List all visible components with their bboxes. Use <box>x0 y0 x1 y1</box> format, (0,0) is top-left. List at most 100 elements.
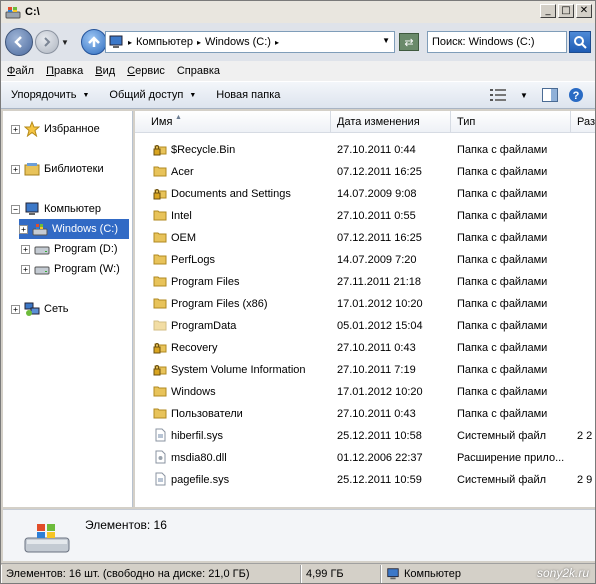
file-name: pagefile.sys <box>171 474 230 486</box>
file-name-cell: pagefile.sys <box>135 472 331 489</box>
computer-icon <box>387 567 399 579</box>
file-type: Папка с файлами <box>457 342 548 354</box>
menu-accelerator: С <box>127 65 136 77</box>
nav-item-drive-d[interactable]: + Program (D:) <box>21 239 118 259</box>
file-name: Acer <box>171 166 194 178</box>
file-row[interactable]: Intel 27.10.2011 0:55 Папка с файлами <box>135 205 595 227</box>
column-type[interactable]: Тип <box>451 111 571 133</box>
nav-item-drive-c[interactable]: + Windows (C:) <box>19 219 129 239</box>
share-button[interactable]: Общий доступ ▼ <box>99 89 206 101</box>
hard-drive-icon <box>34 246 50 255</box>
menu-help[interactable]: Справка <box>171 65 226 77</box>
nav-item-computer[interactable]: − Компьютер <box>11 199 101 219</box>
file-row[interactable]: $Recycle.Bin 27.10.2011 0:44 Папка с файла… <box>135 139 595 161</box>
search-input[interactable]: Поиск: Windows (C:) <box>427 31 567 53</box>
up-button[interactable] <box>81 29 107 55</box>
file-row[interactable]: System Volume Information 27.10.2011 7:19… <box>135 359 595 381</box>
file-date: 14.07.2009 7:20 <box>337 254 417 266</box>
menu-file[interactable]: Файл <box>1 65 40 77</box>
menu-view[interactable]: Вид <box>89 65 121 77</box>
file-name: Intel <box>171 210 192 222</box>
status-location-label: Компьютер <box>404 567 461 580</box>
column-date[interactable]: Дата изменения <box>331 111 451 133</box>
file-row[interactable]: PerfLogs 14.07.2009 7:20 Папка с файлами <box>135 249 595 271</box>
file-row[interactable]: Windows 17.01.2012 10:20 Папка с файлами <box>135 381 595 403</box>
back-button[interactable] <box>5 28 33 56</box>
column-size[interactable]: Раз <box>571 111 595 133</box>
help-button[interactable]: ? <box>567 87 585 103</box>
breadcrumb-computer[interactable]: Компьютер <box>136 36 193 48</box>
locked-folder-icon <box>153 142 171 159</box>
file-date: 27.10.2011 0:43 <box>337 342 416 354</box>
nav-item-network[interactable]: + Сеть <box>11 299 68 319</box>
file-name: msdia80.dll <box>171 452 227 464</box>
breadcrumb-drive[interactable]: Windows (C:) <box>205 36 271 48</box>
file-row[interactable]: OEM 07.12.2011 16:25 Папка с файлами <box>135 227 595 249</box>
column-name[interactable]: ▲ Имя <box>135 111 331 133</box>
address-dropdown-icon[interactable]: ▼ <box>382 36 390 45</box>
file-row[interactable]: pagefile.sys 25.12.2011 10:59 Системный фа… <box>135 469 595 491</box>
expand-icon[interactable]: + <box>11 124 20 134</box>
expand-icon[interactable]: + <box>21 264 30 274</box>
preview-pane-button[interactable] <box>541 87 559 103</box>
view-options-button[interactable] <box>489 87 507 103</box>
file-type: Папка с файлами <box>457 386 548 398</box>
arrow-right-icon <box>44 37 51 47</box>
expand-icon[interactable]: + <box>11 164 20 174</box>
forward-button[interactable] <box>35 30 59 54</box>
title-bar[interactable]: C:\ _ □ ✕ <box>1 1 595 23</box>
menu-edit[interactable]: Правка <box>40 65 89 77</box>
file-row[interactable]: Acer 07.12.2011 16:25 Папка с файлами <box>135 161 595 183</box>
file-name: Documents and Settings <box>171 188 291 200</box>
file-type: Папка с файлами <box>457 166 548 178</box>
star-icon <box>24 121 40 137</box>
file-row[interactable]: ProgramData 05.01.2012 15:04 Папка с файла… <box>135 315 595 337</box>
hard-drive-icon <box>34 266 50 275</box>
computer-icon <box>25 202 39 215</box>
menu-tools[interactable]: Сервис <box>121 65 171 77</box>
history-dropdown-icon[interactable]: ▼ <box>61 38 71 47</box>
file-row[interactable]: Program Files (x86) 17.01.2012 10:20 Папка… <box>135 293 595 315</box>
file-date: 07.12.2011 16:25 <box>337 232 422 244</box>
expand-icon[interactable]: + <box>19 224 28 234</box>
file-row[interactable]: Recovery 27.10.2011 0:43 Папка с файлами <box>135 337 595 359</box>
system-file-icon <box>153 428 171 445</box>
nav-item-favorites[interactable]: + Избранное <box>11 119 100 139</box>
breadcrumb-separator-icon[interactable]: ▸ <box>197 38 201 47</box>
organize-button[interactable]: Упорядочить ▼ <box>1 89 99 101</box>
file-row[interactable]: hiberfil.sys 25.12.2011 10:58 Системный фа… <box>135 425 595 447</box>
file-date: 01.12.2006 22:37 <box>337 452 423 464</box>
locked-folder-icon <box>153 340 171 357</box>
expand-icon[interactable]: + <box>21 244 30 254</box>
details-pane: Элементов: 16 <box>3 509 595 561</box>
search-button[interactable] <box>569 31 591 53</box>
status-bar: Элементов: 16 шт. (свободно на диске: 21… <box>1 563 595 583</box>
expand-icon[interactable]: + <box>11 304 20 314</box>
file-row[interactable]: Program Files 27.11.2011 21:18 Папка с фай… <box>135 271 595 293</box>
close-button[interactable]: ✕ <box>576 4 592 18</box>
refresh-button[interactable]: ⇄ <box>399 33 419 51</box>
collapse-icon[interactable]: − <box>11 204 20 214</box>
nav-item-drive-w[interactable]: + Program (W:) <box>21 259 120 279</box>
address-bar[interactable]: ▸ Компьютер ▸ Windows (C:) ▸ ▼ <box>105 31 395 53</box>
breadcrumb-separator-icon[interactable]: ▸ <box>128 38 132 47</box>
file-name-cell: Program Files (x86) <box>135 296 331 313</box>
view-dropdown-button[interactable]: ▼ <box>515 87 533 103</box>
breadcrumb-separator-icon[interactable]: ▸ <box>275 38 279 47</box>
new-folder-button[interactable]: Новая папка <box>206 89 290 101</box>
maximize-button[interactable]: □ <box>558 4 574 18</box>
file-type: Папка с файлами <box>457 188 548 200</box>
nav-item-libraries[interactable]: + Библиотеки <box>11 159 104 179</box>
file-type: Системный файл <box>457 474 547 486</box>
file-row[interactable]: Documents and Settings 14.07.2009 9:08 Пап… <box>135 183 595 205</box>
column-label: Имя <box>151 116 173 128</box>
file-name-cell: System Volume Information <box>135 362 331 379</box>
menu-label: ид <box>102 65 116 77</box>
file-row[interactable]: Пользователи 27.10.2011 0:43 Папка с файла… <box>135 403 595 425</box>
file-date: 25.12.2011 10:58 <box>337 430 422 442</box>
nav-label: Сеть <box>44 303 69 315</box>
minimize-button[interactable]: _ <box>540 4 556 18</box>
nav-label: Windows (C:) <box>52 223 119 235</box>
nav-label: Избранное <box>44 123 100 135</box>
file-row[interactable]: msdia80.dll 01.12.2006 22:37 Расширение пр… <box>135 447 595 469</box>
